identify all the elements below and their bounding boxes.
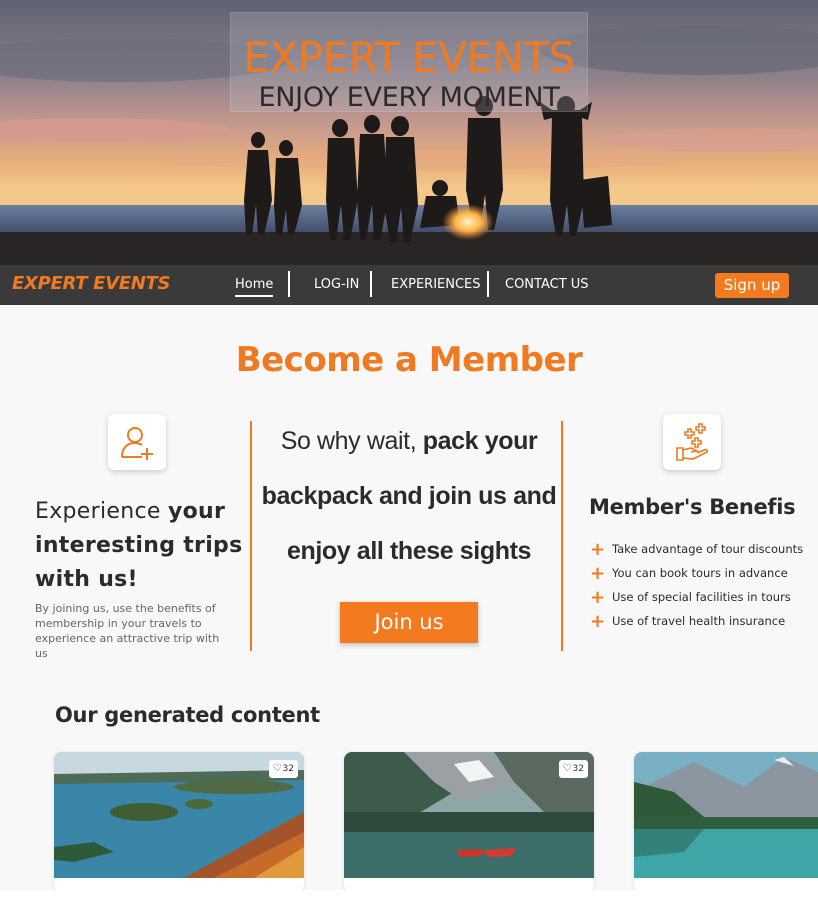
plus-icon: + [590, 539, 606, 560]
mountain-lake-red-canoes-image [344, 752, 594, 878]
nav-link-contact-us[interactable]: CONTACT US [505, 277, 589, 292]
cta-text-bold: backpack and join us and [261, 482, 557, 510]
column-divider [250, 421, 252, 651]
benefit-item: + Take advantage of tour discounts [590, 539, 803, 560]
nav-link-home[interactable]: Home [235, 277, 274, 297]
add-user-icon [121, 427, 153, 460]
page-bottom [0, 890, 818, 916]
cta-text-plain: So why wait, [280, 427, 423, 455]
content-card[interactable] [634, 752, 818, 892]
benefit-item: + Use of special facilities in tours [590, 587, 791, 608]
content-card[interactable]: ♡32 [54, 752, 304, 892]
plus-icon: + [590, 587, 606, 608]
benefit-label: Use of travel health insurance [612, 614, 786, 628]
content-card[interactable]: ♡32 [344, 752, 594, 892]
benefit-label: Take advantage of tour discounts [612, 542, 804, 556]
hero-subtitle: ENJOY EVERY MOMENT [258, 82, 560, 113]
experience-heading-bold: interesting trips [35, 533, 243, 558]
add-user-icon-card [108, 414, 166, 470]
cta-text-bold: enjoy all these sights [286, 537, 532, 565]
join-call-to-action-text: So why wait, pack your backpack and join… [256, 414, 562, 579]
plus-icon: + [590, 611, 606, 632]
nav-divider [288, 271, 290, 297]
hero-title: EXPERT EVENTS [243, 33, 575, 82]
cta-text-bold: pack your [422, 427, 538, 455]
benefit-label: You can book tours in advance [612, 566, 788, 580]
generated-content-title: Our generated content [55, 703, 320, 727]
experience-heading-plain: Experience [35, 499, 168, 524]
nav-divider [487, 271, 489, 297]
experience-heading-bold: with us! [35, 567, 138, 592]
autumn-lake-islands-image [54, 752, 304, 878]
benefit-label: Use of special facilities in tours [612, 590, 791, 604]
nav-link-log-in[interactable]: LOG-IN [314, 277, 359, 292]
experience-heading-bold: your [167, 499, 226, 524]
nav-divider [370, 271, 372, 297]
member-benefits-title: Member's Benefis [589, 495, 796, 519]
like-count: 32 [282, 764, 294, 774]
like-count-badge[interactable]: ♡32 [268, 760, 298, 778]
nav-link-experiences[interactable]: EXPERIENCES [391, 277, 481, 292]
hand-plus-icon-card [663, 414, 721, 470]
navbar: EXPERT EVENTS Home LOG-IN EXPERIENCES CO… [0, 265, 818, 305]
hand-plus-icon [676, 423, 709, 461]
membership-description: By joining us, use the benefits of membe… [35, 602, 220, 660]
heart-icon: ♡ [272, 763, 282, 774]
experience-heading: Experience your interesting trips with u… [35, 495, 255, 597]
brand-logo[interactable]: EXPERT EVENTS [12, 273, 171, 294]
member-section-title: Become a Member [235, 340, 583, 380]
benefit-item: + You can book tours in advance [590, 563, 788, 584]
join-us-button[interactable]: Join us [340, 602, 478, 643]
mountain-lake-reflection-image [634, 752, 818, 878]
plus-icon: + [590, 563, 606, 584]
like-count: 32 [572, 764, 584, 774]
benefit-item: + Use of travel health insurance [590, 611, 785, 632]
like-count-badge[interactable]: ♡32 [558, 760, 588, 778]
hero-banner: EXPERT EVENTS ENJOY EVERY MOMENT [0, 0, 818, 265]
signup-button[interactable]: Sign up [715, 273, 789, 298]
hero-title-box: EXPERT EVENTS ENJOY EVERY MOMENT [230, 12, 588, 113]
heart-icon: ♡ [562, 763, 572, 774]
